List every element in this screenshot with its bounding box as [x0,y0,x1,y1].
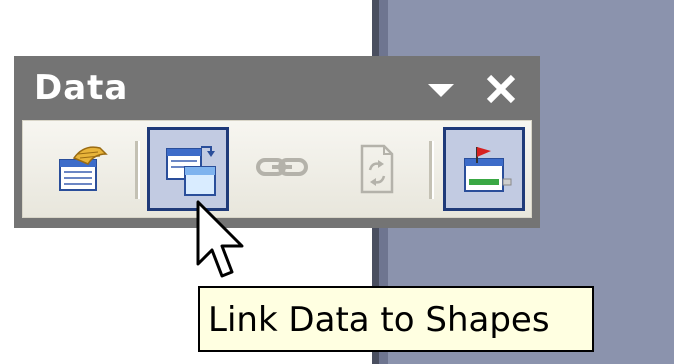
toolbar-title-bar[interactable]: Data [14,56,540,118]
triangle-down-icon[interactable] [428,84,454,97]
tooltip: Link Data to Shapes [198,286,594,352]
toolbar-title: Data [34,68,129,108]
data-source-button[interactable] [41,127,123,211]
data-toolbar[interactable]: Data [14,56,540,228]
data-source-icon [59,146,108,191]
toolbar-separator [429,141,434,199]
link-button[interactable] [241,127,323,211]
close-icon[interactable] [484,72,518,106]
insert-data-graphic-button[interactable] [443,127,525,211]
refresh-data-icon [360,144,394,194]
toolbar-separator [135,141,140,199]
link-chain-icon [256,158,308,176]
link-data-to-shapes-icon [166,146,216,196]
toolbar-button-strip [22,120,532,218]
insert-data-graphic-icon [464,147,512,192]
link-data-to-shapes-button[interactable] [147,127,229,211]
tooltip-text: Link Data to Shapes [208,300,550,340]
mouse-pointer-icon [196,200,244,278]
refresh-data-button[interactable] [335,127,417,211]
